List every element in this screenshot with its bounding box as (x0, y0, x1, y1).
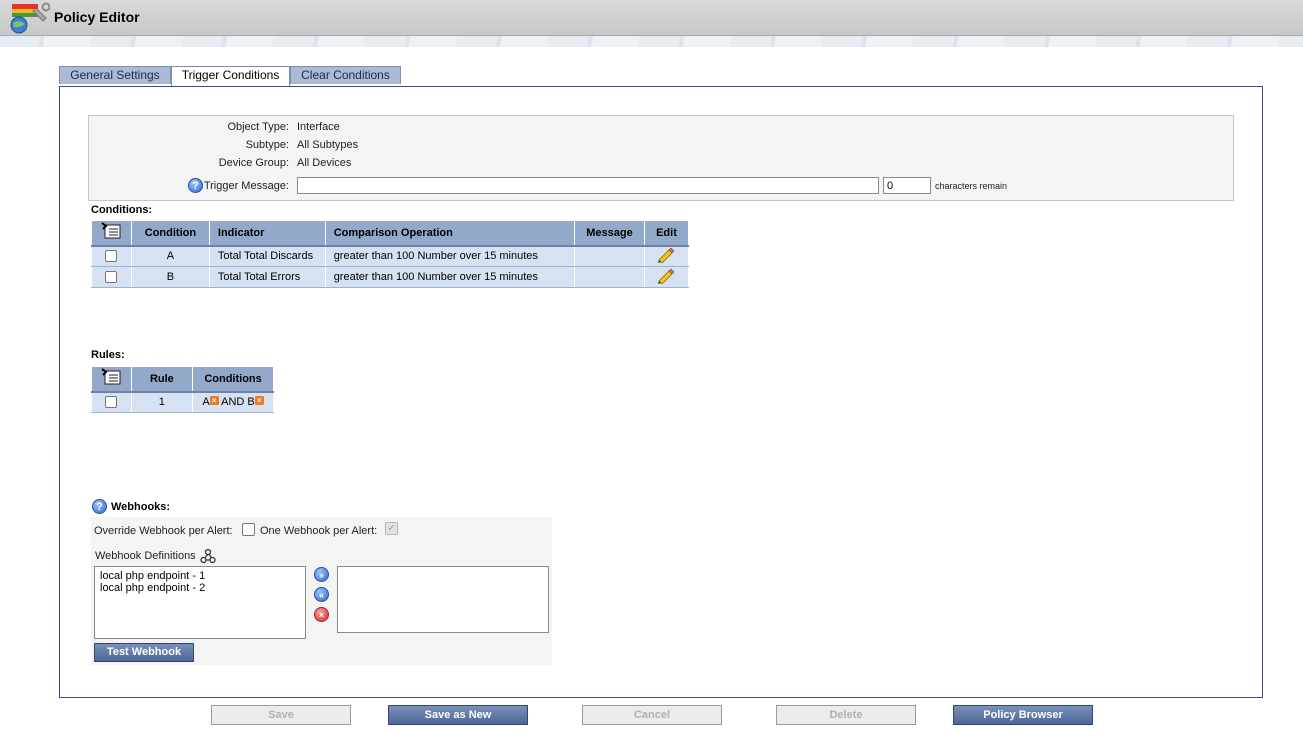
override-webhook-label: Override Webhook per Alert: (94, 525, 233, 537)
webhook-icon (200, 548, 216, 564)
webhook-definitions-label: Webhook Definitions (95, 550, 196, 562)
list-item[interactable]: local php endpoint - 1 (100, 570, 300, 582)
conditions-table: Condition Indicator Comparison Operation… (91, 220, 690, 288)
trigger-message-label: Trigger Message: (203, 180, 289, 192)
select-all-header[interactable] (91, 366, 132, 393)
rule-cell: 1 (130, 391, 194, 413)
subtype-value: All Subtypes (297, 139, 359, 151)
indicator-cell: Total Total Errors (208, 266, 326, 288)
policy-editor-logo-icon (10, 2, 50, 34)
device-group-label: Device Group: (218, 157, 289, 169)
message-cell (574, 245, 645, 267)
rule-condition-b: B (247, 396, 255, 409)
rules-title: Rules: (91, 349, 125, 361)
save-button[interactable]: Save (211, 705, 351, 725)
edit-cell (643, 245, 690, 267)
help-icon[interactable]: ? (92, 499, 107, 514)
delete-button[interactable]: Delete (776, 705, 916, 725)
cancel-button[interactable]: Cancel (582, 705, 722, 725)
table-row: B Total Total Errors greater than 100 Nu… (91, 266, 690, 288)
remove-webhook-button[interactable]: « (314, 587, 329, 602)
message-cell (574, 266, 645, 288)
override-webhook-checkbox[interactable] (242, 523, 255, 536)
condition-cell: A (130, 245, 210, 267)
row-checkbox[interactable] (105, 396, 118, 409)
object-type-value: Interface (297, 121, 340, 133)
edit-pencil-icon[interactable] (657, 247, 675, 264)
rule-operator: AND (221, 396, 245, 409)
rule-conditions-cell: A × AND B × (192, 391, 274, 413)
rule-condition-a: A (202, 396, 210, 409)
trigger-message-input[interactable] (297, 177, 879, 194)
policy-browser-button[interactable]: Policy Browser (953, 705, 1093, 725)
row-checkbox[interactable] (105, 271, 118, 284)
chars-remain-label: characters remain (935, 181, 1008, 191)
select-all-icon[interactable] (100, 222, 122, 240)
window-title: Policy Editor (54, 9, 140, 25)
col-edit: Edit (643, 220, 690, 247)
table-row: A Total Total Discards greater than 100 … (91, 245, 690, 267)
col-condition: Condition (130, 220, 210, 247)
device-group-value: All Devices (297, 157, 352, 169)
subtype-label: Subtype: (245, 139, 289, 151)
one-webhook-label: One Webhook per Alert: (260, 525, 378, 537)
list-item[interactable]: local php endpoint - 2 (100, 582, 300, 594)
object-type-label: Object Type: (227, 121, 289, 133)
comparison-cell: greater than 100 Number over 15 minutes (324, 266, 576, 288)
row-checkbox-cell (91, 391, 132, 413)
remove-condition-icon[interactable]: × (209, 396, 219, 406)
row-checkbox-cell (91, 266, 132, 288)
col-rule: Rule (130, 366, 194, 393)
comparison-cell: greater than 100 Number over 15 minutes (324, 245, 576, 267)
table-header-row: Rule Conditions (91, 366, 274, 393)
col-indicator: Indicator (208, 220, 326, 247)
selected-webhooks-list[interactable] (337, 566, 549, 633)
table-row: 1 A × AND B × (91, 391, 274, 413)
chars-remain-count (883, 177, 931, 194)
conditions-title: Conditions: (91, 204, 153, 216)
one-webhook-checkbox[interactable]: ✓ (385, 522, 398, 535)
add-webhook-button[interactable]: » (314, 567, 329, 582)
remove-condition-icon[interactable]: × (254, 396, 264, 406)
tab-trigger-conditions[interactable]: Trigger Conditions (171, 66, 290, 86)
save-as-new-button[interactable]: Save as New (388, 705, 528, 725)
webhooks-title: Webhooks: (111, 501, 171, 513)
row-checkbox[interactable] (105, 250, 118, 263)
col-conditions: Conditions (192, 366, 274, 393)
edit-cell (643, 266, 690, 288)
indicator-cell: Total Total Discards (208, 245, 326, 267)
row-checkbox-cell (91, 245, 132, 267)
rules-table: Rule Conditions 1 A × AND B × (91, 366, 274, 413)
col-message: Message (574, 220, 645, 247)
col-comparison: Comparison Operation (324, 220, 576, 247)
title-bar: Policy Editor (0, 0, 1303, 36)
test-webhook-button[interactable]: Test Webhook (94, 643, 194, 662)
select-all-icon[interactable] (100, 368, 122, 386)
select-all-header[interactable] (91, 220, 132, 247)
condition-cell: B (130, 266, 210, 288)
tab-general-settings[interactable]: General Settings (59, 66, 171, 84)
clear-webhooks-button[interactable]: × (314, 607, 329, 622)
available-webhooks-list[interactable]: local php endpoint - 1 local php endpoin… (94, 566, 306, 639)
header-banner (0, 36, 1303, 47)
edit-pencil-icon[interactable] (657, 268, 675, 285)
tab-clear-conditions[interactable]: Clear Conditions (290, 66, 401, 84)
table-header-row: Condition Indicator Comparison Operation… (91, 220, 690, 247)
